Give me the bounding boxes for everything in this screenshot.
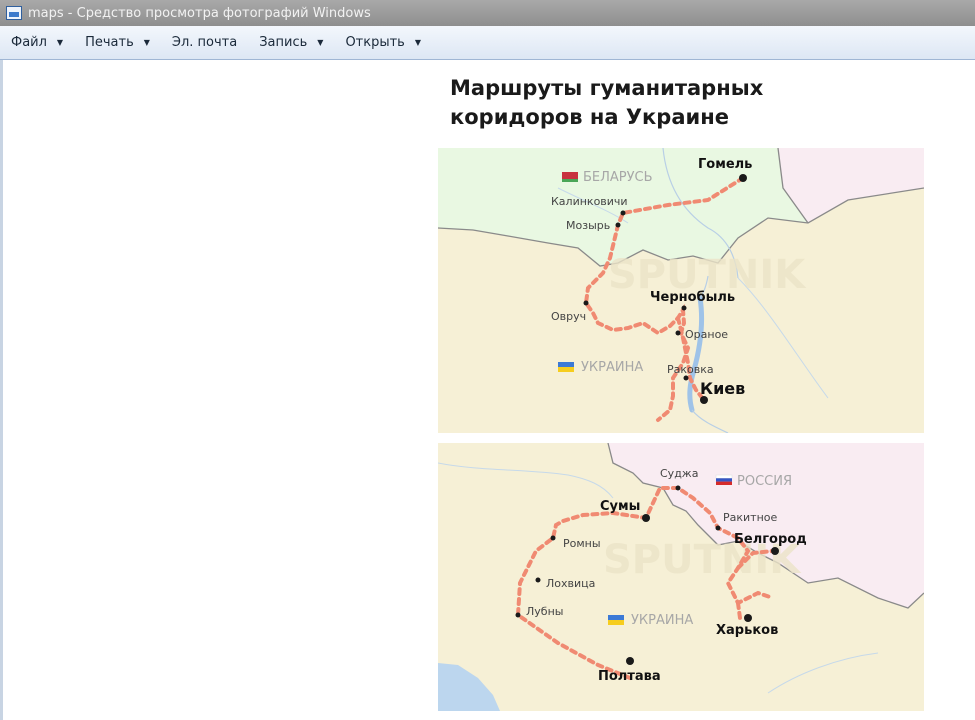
- ukraine-flag-icon: [608, 615, 624, 620]
- city-dot: [620, 210, 626, 216]
- city-dot: [550, 535, 556, 541]
- city-dot: [739, 174, 747, 182]
- map-north-corridor: SPUTNIK БЕЛАРУСЬ УКРАИНА Гомель Калинков…: [438, 148, 924, 433]
- city-dot: [675, 330, 681, 336]
- image-heading-line1: Маршруты гуманитарных: [450, 76, 764, 100]
- country-label-belarus: БЕЛАРУСЬ: [583, 170, 653, 185]
- city-label-kharkov: Харьков: [716, 623, 778, 638]
- menu-open-label: Открыть: [345, 35, 405, 50]
- image-heading-line2: коридоров на Украине: [450, 105, 729, 129]
- map-east-corridor: SPUTNIK РОССИЯ УКРАИНА Суджа Сумы Ракитн…: [438, 443, 924, 711]
- city-label-oranoe: Ораное: [685, 328, 728, 341]
- country-label-ukraine: УКРАИНА: [581, 360, 643, 375]
- city-label-ovruch: Овруч: [551, 310, 586, 323]
- city-dot: [626, 657, 634, 665]
- chevron-down-icon: ▼: [143, 38, 150, 47]
- menu-print[interactable]: Печать ▼: [74, 28, 161, 58]
- chevron-down-icon: ▼: [317, 38, 324, 47]
- city-label-chernobyl: Чернобыль: [650, 290, 735, 305]
- city-dot: [715, 525, 721, 531]
- ukraine-flag-icon: [558, 362, 574, 367]
- photo-viewer-app-icon: [6, 6, 22, 20]
- city-dot: [642, 514, 650, 522]
- city-label-rakitnoe: Ракитное: [723, 511, 777, 524]
- country-label-ukraine: УКРАИНА: [631, 613, 693, 628]
- chevron-down-icon: ▼: [414, 38, 422, 47]
- city-label-rakovka: Раковка: [667, 363, 714, 376]
- city-label-romny: Ромны: [563, 537, 601, 550]
- image-heading: Маршруты гуманитарных коридоров на Украи…: [450, 74, 890, 132]
- map-east-svg: SPUTNIK РОССИЯ УКРАИНА Суджа Сумы Ракитн…: [438, 443, 924, 711]
- city-dot: [515, 612, 521, 618]
- city-label-poltava: Полтава: [598, 669, 661, 684]
- city-dot: [771, 547, 779, 555]
- city-dot: [681, 305, 687, 311]
- city-dot: [683, 375, 689, 381]
- menu-file-label: Файл: [11, 35, 47, 50]
- city-label-mozyr: Мозырь: [566, 219, 610, 232]
- menu-print-label: Печать: [85, 35, 134, 50]
- menu-file[interactable]: Файл ▼: [0, 28, 74, 58]
- city-dot: [535, 577, 541, 583]
- displayed-image[interactable]: Маршруты гуманитарных коридоров на Украи…: [438, 60, 975, 720]
- city-label-kalinkovichi: Калинковичи: [551, 195, 628, 208]
- city-label-belgorod: Белгород: [734, 532, 807, 547]
- country-label-russia: РОССИЯ: [737, 474, 792, 489]
- city-label-gomel: Гомель: [698, 157, 752, 172]
- city-label-lokhvitsa: Лохвица: [546, 577, 595, 590]
- window-title: maps - Средство просмотра фотографий Win…: [28, 5, 371, 21]
- city-label-sumy: Сумы: [600, 499, 640, 514]
- viewer-left-edge: [0, 60, 3, 720]
- city-dot: [744, 614, 752, 622]
- russia-flag-icon: [715, 474, 733, 479]
- map-north-svg: SPUTNIK БЕЛАРУСЬ УКРАИНА Гомель Калинков…: [438, 148, 924, 433]
- menu-open[interactable]: Открыть ▼: [334, 28, 432, 58]
- menu-bar: Файл ▼ Печать ▼ Эл. почта Запись ▼ Откры…: [0, 26, 975, 60]
- city-dot: [615, 222, 621, 228]
- menu-email-label: Эл. почта: [171, 35, 238, 50]
- city-label-kiev: Киев: [700, 379, 745, 398]
- city-dot: [675, 485, 681, 491]
- city-label-sudzha: Суджа: [660, 467, 698, 480]
- chevron-down-icon: ▼: [56, 38, 64, 47]
- menu-email[interactable]: Эл. почта: [161, 28, 248, 58]
- menu-burn-label: Запись: [259, 35, 308, 50]
- city-dot: [583, 300, 589, 306]
- window-titlebar: maps - Средство просмотра фотографий Win…: [0, 0, 975, 26]
- city-label-lubny: Лубны: [526, 605, 563, 618]
- menu-burn[interactable]: Запись ▼: [248, 28, 334, 58]
